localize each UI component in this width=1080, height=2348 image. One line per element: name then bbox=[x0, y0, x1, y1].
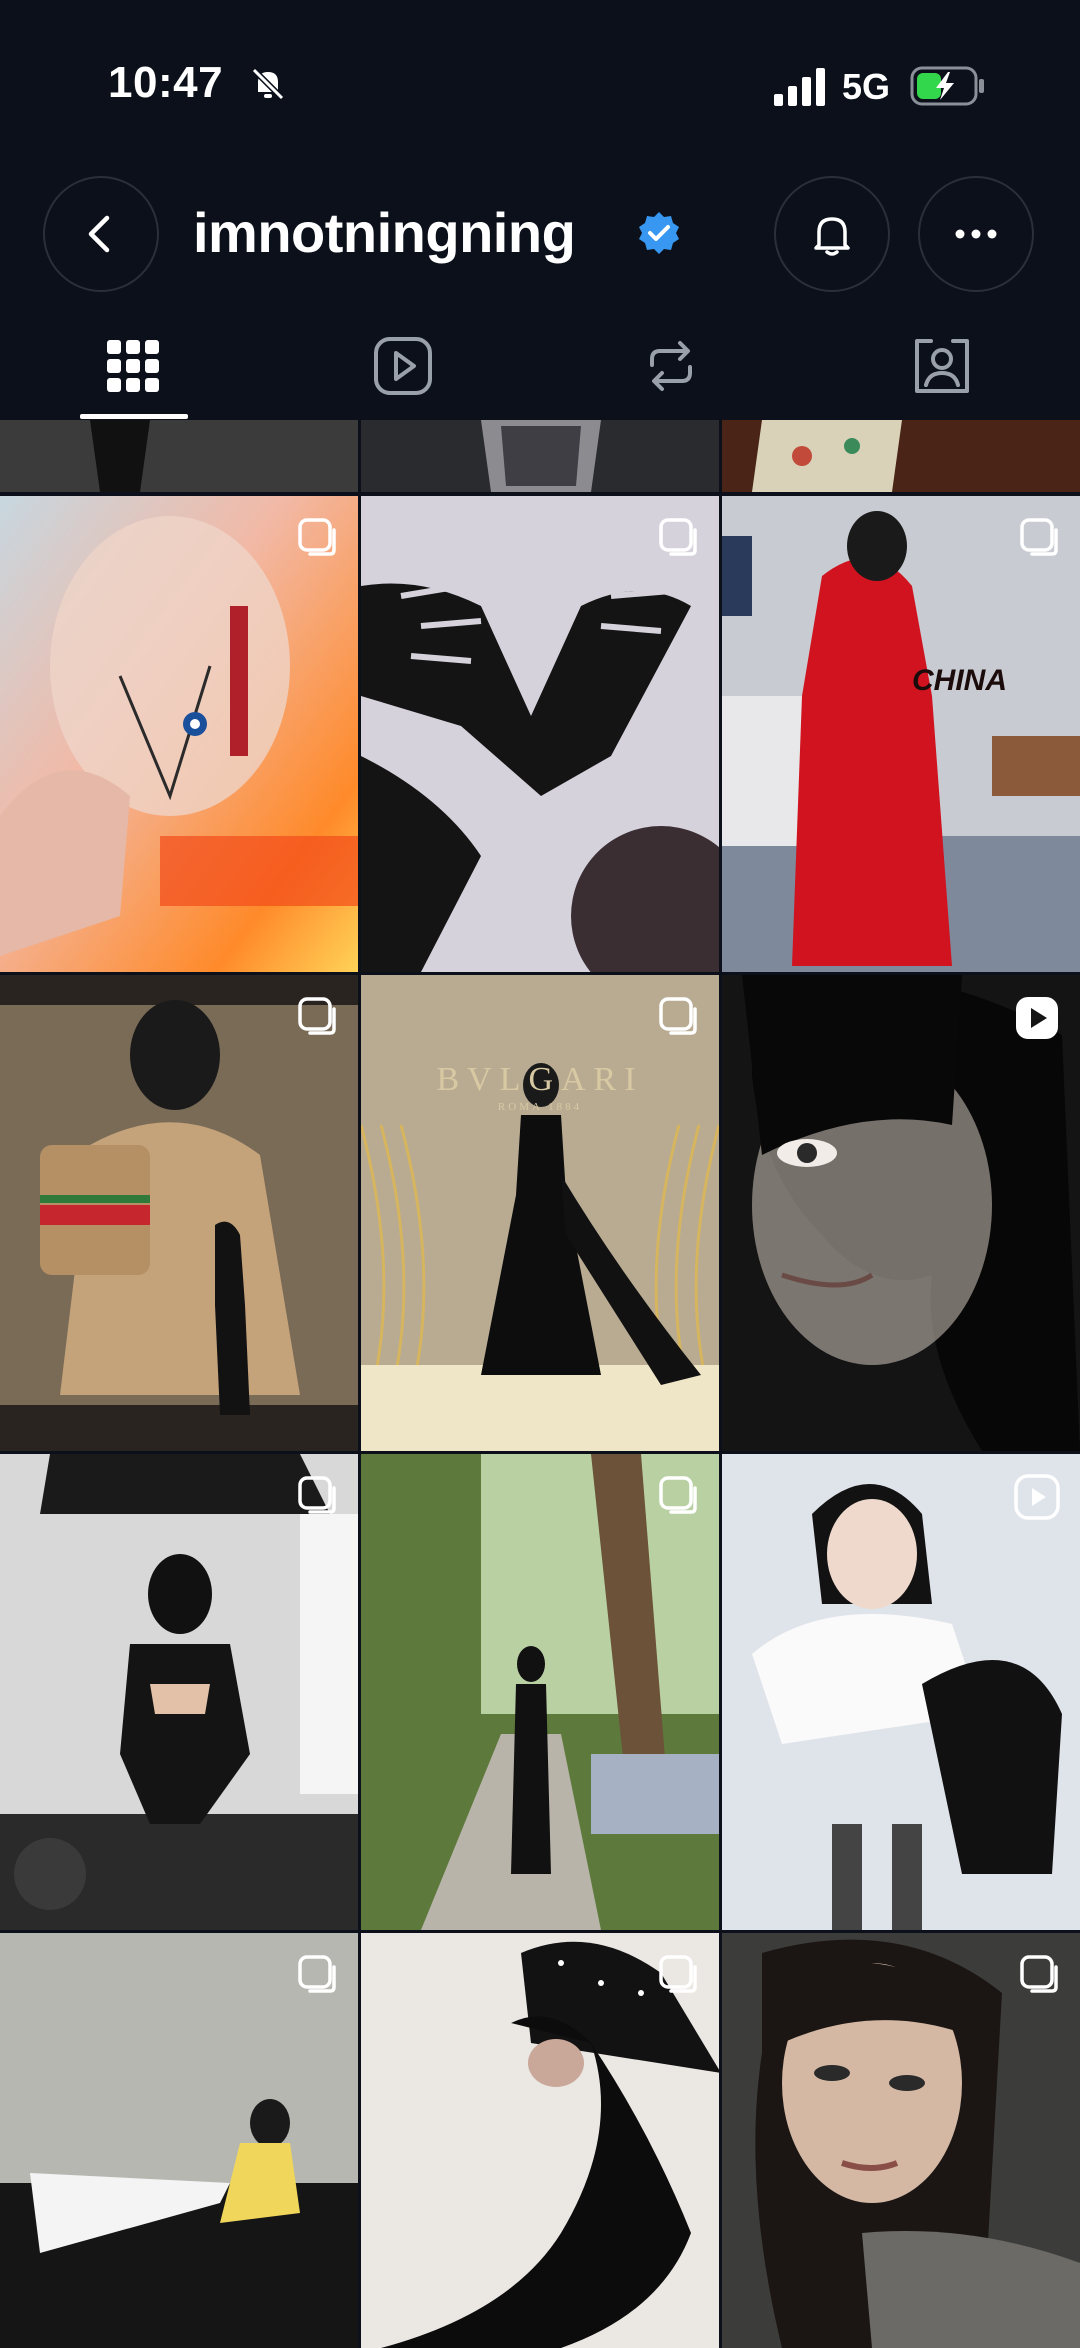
status-time: 10:47 bbox=[108, 58, 224, 107]
battery-charging-icon bbox=[910, 66, 984, 106]
carousel-icon bbox=[1020, 518, 1058, 556]
carousel-icon bbox=[659, 1476, 697, 1514]
reel-icon bbox=[1014, 1474, 1060, 1520]
bell-slash-icon bbox=[251, 67, 285, 101]
tab-posts-grid[interactable] bbox=[97, 330, 169, 402]
chevron-left-icon bbox=[88, 215, 110, 253]
carousel-icon bbox=[1020, 1955, 1058, 1993]
post-thumbnail[interactable] bbox=[0, 420, 358, 492]
carousel-icon bbox=[298, 518, 336, 556]
post-image bbox=[722, 1933, 1080, 2348]
post-thumbnail[interactable] bbox=[0, 496, 358, 972]
more-horizontal-icon bbox=[955, 229, 997, 239]
post-image bbox=[0, 975, 358, 1451]
carousel-icon bbox=[298, 1955, 336, 1993]
post-image bbox=[0, 1454, 358, 1930]
post-thumbnail[interactable] bbox=[0, 1933, 358, 2348]
carousel-icon bbox=[659, 997, 697, 1035]
post-thumbnail[interactable] bbox=[361, 496, 719, 972]
post-image bbox=[0, 496, 358, 972]
post-thumbnail[interactable] bbox=[722, 420, 1080, 492]
notifications-button[interactable] bbox=[774, 176, 890, 292]
grid-icon bbox=[107, 340, 159, 392]
post-image bbox=[361, 420, 719, 492]
status-bar: 10:47 5G bbox=[0, 0, 1080, 160]
post-thumbnail[interactable] bbox=[722, 1933, 1080, 2348]
profile-tabs bbox=[0, 300, 1080, 420]
post-image bbox=[361, 496, 719, 972]
verified-badge-icon bbox=[639, 212, 679, 254]
carousel-icon bbox=[298, 997, 336, 1035]
repost-icon bbox=[650, 341, 692, 391]
brand-logo-subtext: ROMA 1884 bbox=[497, 1101, 583, 1113]
brand-logo-text: BVLGARI bbox=[436, 1061, 644, 1098]
post-thumbnail[interactable] bbox=[361, 1454, 719, 1930]
post-image bbox=[722, 975, 1080, 1451]
post-thumbnail[interactable] bbox=[722, 975, 1080, 1451]
post-thumbnail[interactable]: BVLGARI ROMA 1884 bbox=[361, 975, 719, 1451]
carousel-icon bbox=[659, 1955, 697, 1993]
post-image bbox=[0, 1933, 358, 2348]
bell-icon bbox=[814, 217, 850, 256]
post-thumbnail[interactable] bbox=[722, 1454, 1080, 1930]
carousel-icon bbox=[659, 518, 697, 556]
post-thumbnail[interactable]: CHINA bbox=[722, 496, 1080, 972]
post-image bbox=[722, 496, 1080, 972]
post-image bbox=[361, 975, 719, 1451]
post-thumbnail[interactable] bbox=[361, 1933, 719, 2348]
post-image bbox=[361, 1933, 719, 2348]
post-thumbnail[interactable] bbox=[0, 1454, 358, 1930]
person-tag-icon bbox=[915, 339, 969, 393]
posts-grid: CHINA BVLGARI ROMA 1884 bbox=[0, 420, 1080, 2348]
reel-icon bbox=[1016, 997, 1058, 1039]
post-thumbnail[interactable] bbox=[0, 975, 358, 1451]
more-options-button[interactable] bbox=[918, 176, 1034, 292]
play-icon bbox=[374, 337, 432, 395]
network-type: 5G bbox=[842, 66, 891, 107]
post-image bbox=[722, 420, 1080, 492]
cellular-signal-icon bbox=[774, 68, 825, 106]
post-image bbox=[361, 1454, 719, 1930]
tab-reposts[interactable] bbox=[635, 330, 707, 402]
tab-reels[interactable] bbox=[367, 330, 439, 402]
back-button[interactable] bbox=[43, 176, 159, 292]
post-thumbnail[interactable] bbox=[361, 420, 719, 492]
profile-username: imnotningning bbox=[193, 201, 576, 264]
tab-tagged[interactable] bbox=[906, 330, 978, 402]
post-image bbox=[722, 1454, 1080, 1930]
active-tab-indicator bbox=[80, 414, 188, 419]
jacket-print-text: CHINA bbox=[912, 664, 1007, 697]
carousel-icon bbox=[298, 1476, 336, 1514]
post-image bbox=[0, 420, 358, 492]
